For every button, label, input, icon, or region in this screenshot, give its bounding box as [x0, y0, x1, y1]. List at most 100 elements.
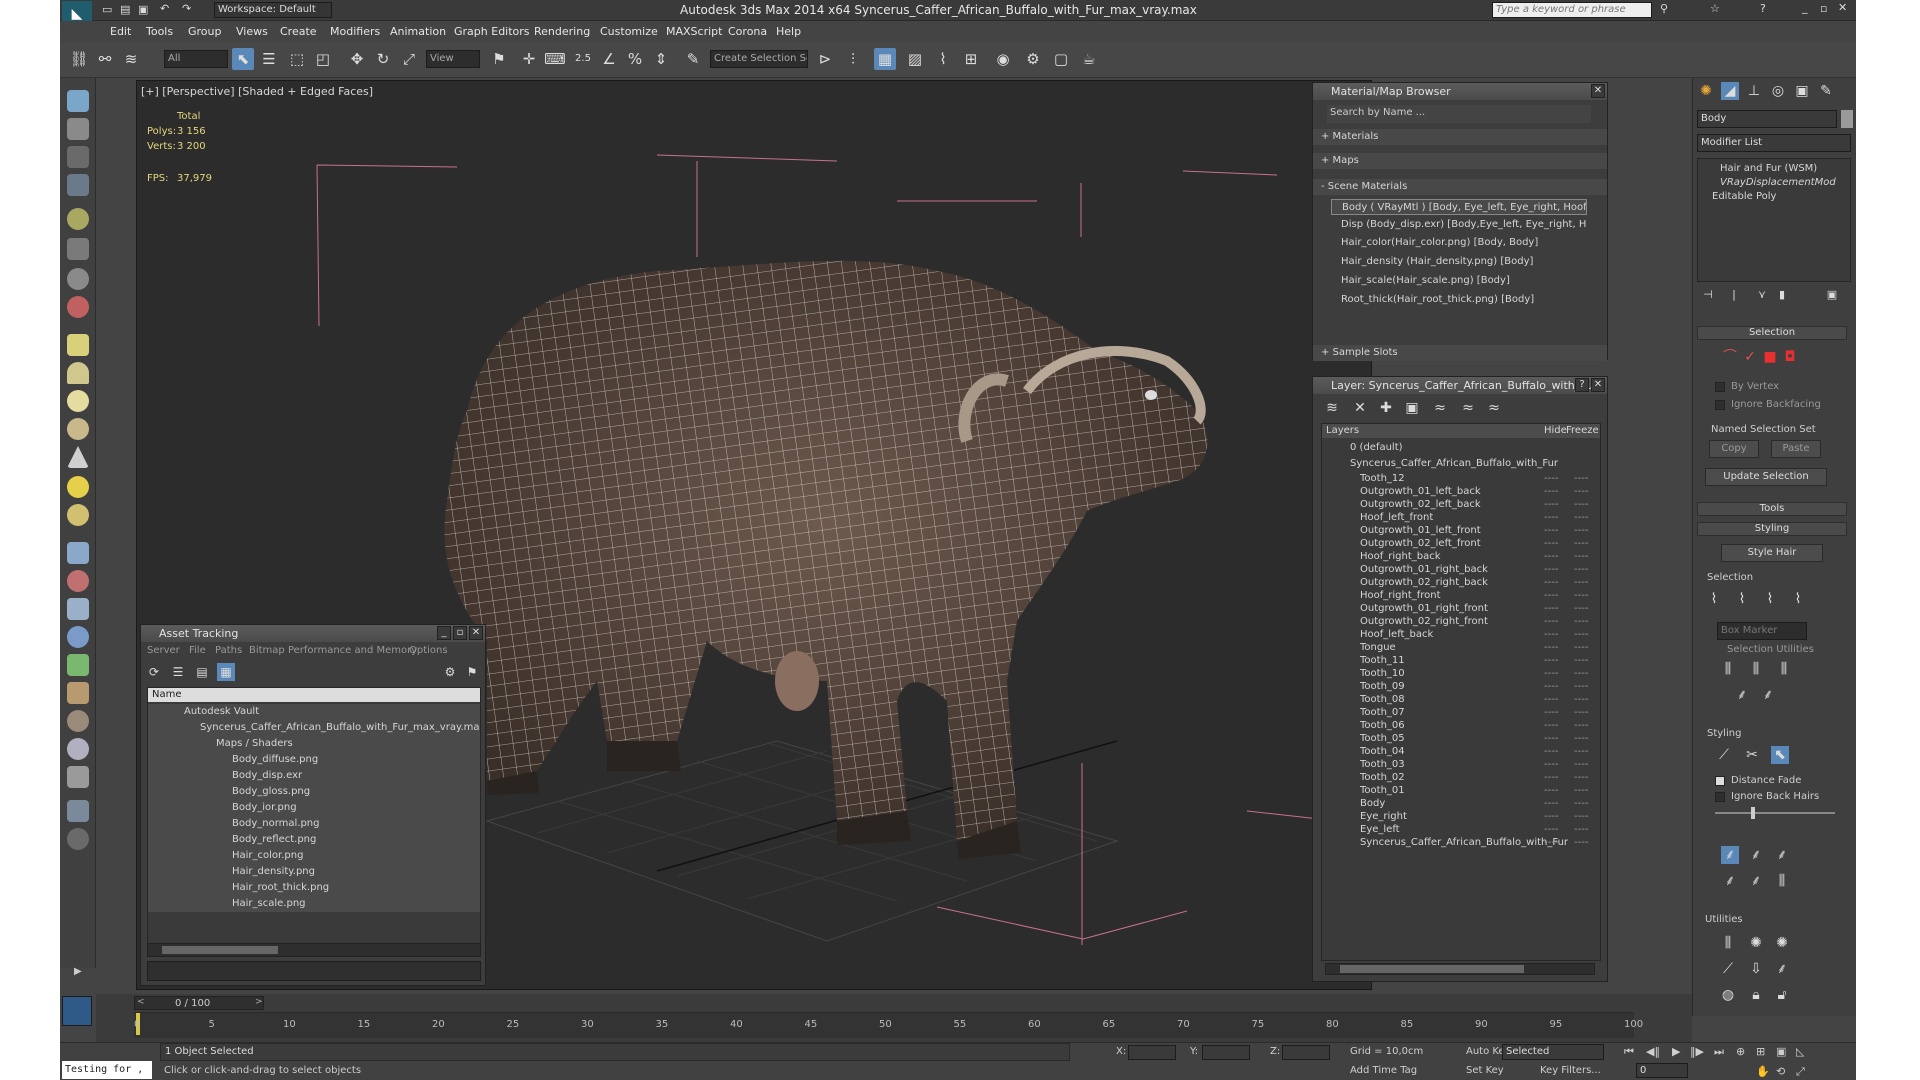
hierarchy-tab-icon[interactable]: ⊥: [1745, 82, 1763, 100]
layer-toggle-dash[interactable]: ----: [1574, 485, 1588, 498]
asset-menu-server[interactable]: Server: [147, 645, 180, 656]
select-object-icon[interactable]: ⬉: [232, 48, 254, 70]
layer-toggle-dash[interactable]: ----: [1544, 784, 1558, 797]
question-icon[interactable]: [67, 828, 89, 850]
layer-object-row[interactable]: Tooth_12 ---- ----: [1322, 472, 1600, 485]
layer-toggle-dash[interactable]: ----: [1544, 654, 1558, 667]
percent-snap-icon[interactable]: %: [624, 48, 646, 70]
layer-object-row[interactable]: Tooth_09 ---- ----: [1322, 680, 1600, 693]
render-setup-icon[interactable]: ⚙: [1022, 48, 1044, 70]
layer-toggle-dash[interactable]: ----: [1544, 823, 1558, 836]
layer-toggle-dash[interactable]: ----: [1574, 641, 1588, 654]
asset-help-icon[interactable]: ⚑: [463, 663, 481, 681]
save-icon[interactable]: ▣: [138, 3, 148, 16]
workspace-dropdown[interactable]: Workspace: Default: [214, 2, 332, 18]
menu-create[interactable]: Create: [280, 25, 317, 38]
close-icon[interactable]: ✕: [1838, 1, 1847, 14]
layer-object-row[interactable]: Outgrowth_01_right_front ---- ----: [1322, 602, 1600, 615]
mini-curve-editor-icon[interactable]: [62, 996, 92, 1026]
selection-rollout[interactable]: Selection: [1697, 326, 1847, 340]
layer-object-row[interactable]: Outgrowth_02_right_back ---- ----: [1322, 576, 1600, 589]
layer-toggle-dash[interactable]: ----: [1574, 524, 1588, 537]
asset-vault-row[interactable]: Autodesk Vault: [148, 704, 480, 720]
layer-toggle-dash[interactable]: ----: [1574, 563, 1588, 576]
col-hide[interactable]: Hide: [1544, 424, 1567, 438]
puff-roots-icon[interactable]: ⸙: [1773, 846, 1791, 864]
object-name-field[interactable]: Body: [1697, 110, 1837, 128]
layer-hscroll[interactable]: [1325, 963, 1595, 975]
light-icon[interactable]: [67, 208, 89, 230]
layer-object-row[interactable]: Tooth_08 ---- ----: [1322, 693, 1600, 706]
layer-toggle-dash[interactable]: ----: [1574, 589, 1588, 602]
hair-cut-icon[interactable]: ✂: [1743, 746, 1761, 764]
asset-file-row[interactable]: Syncerus_Caffer_African_Buffalo_with_Fur…: [148, 720, 480, 736]
layer-object-row[interactable]: Hoof_right_back ---- ----: [1322, 550, 1600, 563]
binoculars-icon[interactable]: ⚲: [1660, 2, 1668, 15]
select-whole-guide-icon[interactable]: ⌇: [1733, 590, 1751, 608]
current-frame-field[interactable]: 0: [1636, 1063, 1688, 1078]
material-item[interactable]: Body ( VRayMtl ) [Body, Eye_left, Eye_ri…: [1331, 199, 1587, 215]
layer-toggle-dash[interactable]: ----: [1544, 758, 1558, 771]
select-tool-icon[interactable]: ⬉: [1771, 746, 1789, 764]
materials-section[interactable]: + Materials: [1313, 129, 1607, 145]
layer-toggle-dash[interactable]: ----: [1574, 797, 1588, 810]
script-icon[interactable]: [67, 800, 89, 822]
geosphere-icon[interactable]: [67, 418, 89, 440]
layer-object-row[interactable]: Hoof_left_back ---- ----: [1322, 628, 1600, 641]
named-selection-dropdown[interactable]: Create Selection Se: [710, 50, 808, 68]
styling-rollout[interactable]: Styling: [1697, 522, 1847, 536]
create-box-icon[interactable]: [67, 118, 89, 140]
rendered-frame-icon[interactable]: ▢: [1050, 48, 1072, 70]
mirror-icon[interactable]: ⊳: [814, 48, 836, 70]
sphere-icon[interactable]: [67, 390, 89, 412]
menu-modifiers[interactable]: Modifiers: [330, 25, 380, 38]
layer-object-row[interactable]: Tooth_03 ---- ----: [1322, 758, 1600, 771]
keyboard-shortcut-icon[interactable]: ⌨: [544, 48, 566, 70]
globe-icon[interactable]: [67, 504, 89, 526]
scale-icon[interactable]: ⤢: [398, 48, 420, 70]
key-filters-button[interactable]: Key Filters...: [1540, 1065, 1601, 1076]
maps-section[interactable]: + Maps: [1313, 153, 1607, 169]
layer-toggle-dash[interactable]: ----: [1544, 576, 1558, 589]
layer-toggle-dash[interactable]: ----: [1544, 693, 1558, 706]
link-icon[interactable]: ⛓: [68, 48, 90, 70]
layer-toggle-dash[interactable]: ----: [1574, 693, 1588, 706]
modify-tab-icon[interactable]: ◢: [1721, 82, 1739, 100]
add-time-tag-label[interactable]: Add Time Tag: [1350, 1065, 1417, 1076]
freeze-all-icon[interactable]: ≈: [1485, 399, 1503, 417]
asset-menu-file[interactable]: File: [189, 645, 206, 656]
help-icon[interactable]: ?: [1760, 2, 1766, 15]
toggle-collisions-icon[interactable]: ⸙: [1773, 960, 1791, 978]
layer-toggle-dash[interactable]: ----: [1544, 511, 1558, 524]
asset-hscroll[interactable]: [147, 943, 481, 957]
menu-customize[interactable]: Customize: [600, 25, 658, 38]
face-sel-icon[interactable]: ■: [1761, 348, 1779, 366]
helper-icon[interactable]: [67, 598, 89, 620]
layer-toggle-dash[interactable]: ----: [1544, 537, 1558, 550]
layer-toggle-dash[interactable]: ----: [1574, 680, 1588, 693]
attenuate-icon[interactable]: ⫼: [1719, 934, 1737, 952]
zoom-icon[interactable]: ⊕: [1736, 1045, 1745, 1058]
goto-start-icon[interactable]: ⏮: [1624, 1045, 1634, 1059]
circle-icon[interactable]: [67, 738, 89, 760]
menu-maxscript[interactable]: MAXScript: [666, 25, 722, 38]
layer-toggle-dash[interactable]: ----: [1574, 537, 1588, 550]
grid-icon[interactable]: [67, 174, 89, 196]
object-color-swatch[interactable]: [1841, 110, 1853, 128]
list-view-icon[interactable]: ☰: [169, 663, 187, 681]
layer-toggle-dash[interactable]: ----: [1574, 654, 1588, 667]
copy-button[interactable]: Copy: [1709, 440, 1759, 458]
delete-layer-icon[interactable]: ✕: [1351, 399, 1369, 417]
layer-object-row[interactable]: Tooth_06 ---- ----: [1322, 719, 1600, 732]
create-layer-icon[interactable]: ≋: [1323, 399, 1341, 417]
asset-map-row[interactable]: Body_gloss.png: [148, 784, 480, 800]
layer-toggle-dash[interactable]: ----: [1574, 615, 1588, 628]
layer-object-row[interactable]: Outgrowth_02_left_front ---- ----: [1322, 537, 1600, 550]
prev-frame-icon[interactable]: ◀‖: [1646, 1045, 1660, 1058]
layer-object-row[interactable]: Tooth_02 ---- ----: [1322, 771, 1600, 784]
create-tab-icon[interactable]: ✺: [1697, 82, 1715, 100]
highlight-layer-icon[interactable]: ≈: [1431, 399, 1449, 417]
table-icon[interactable]: [67, 766, 89, 788]
layer-toggle-dash[interactable]: ----: [1544, 745, 1558, 758]
layer-toggle-dash[interactable]: ----: [1574, 550, 1588, 563]
